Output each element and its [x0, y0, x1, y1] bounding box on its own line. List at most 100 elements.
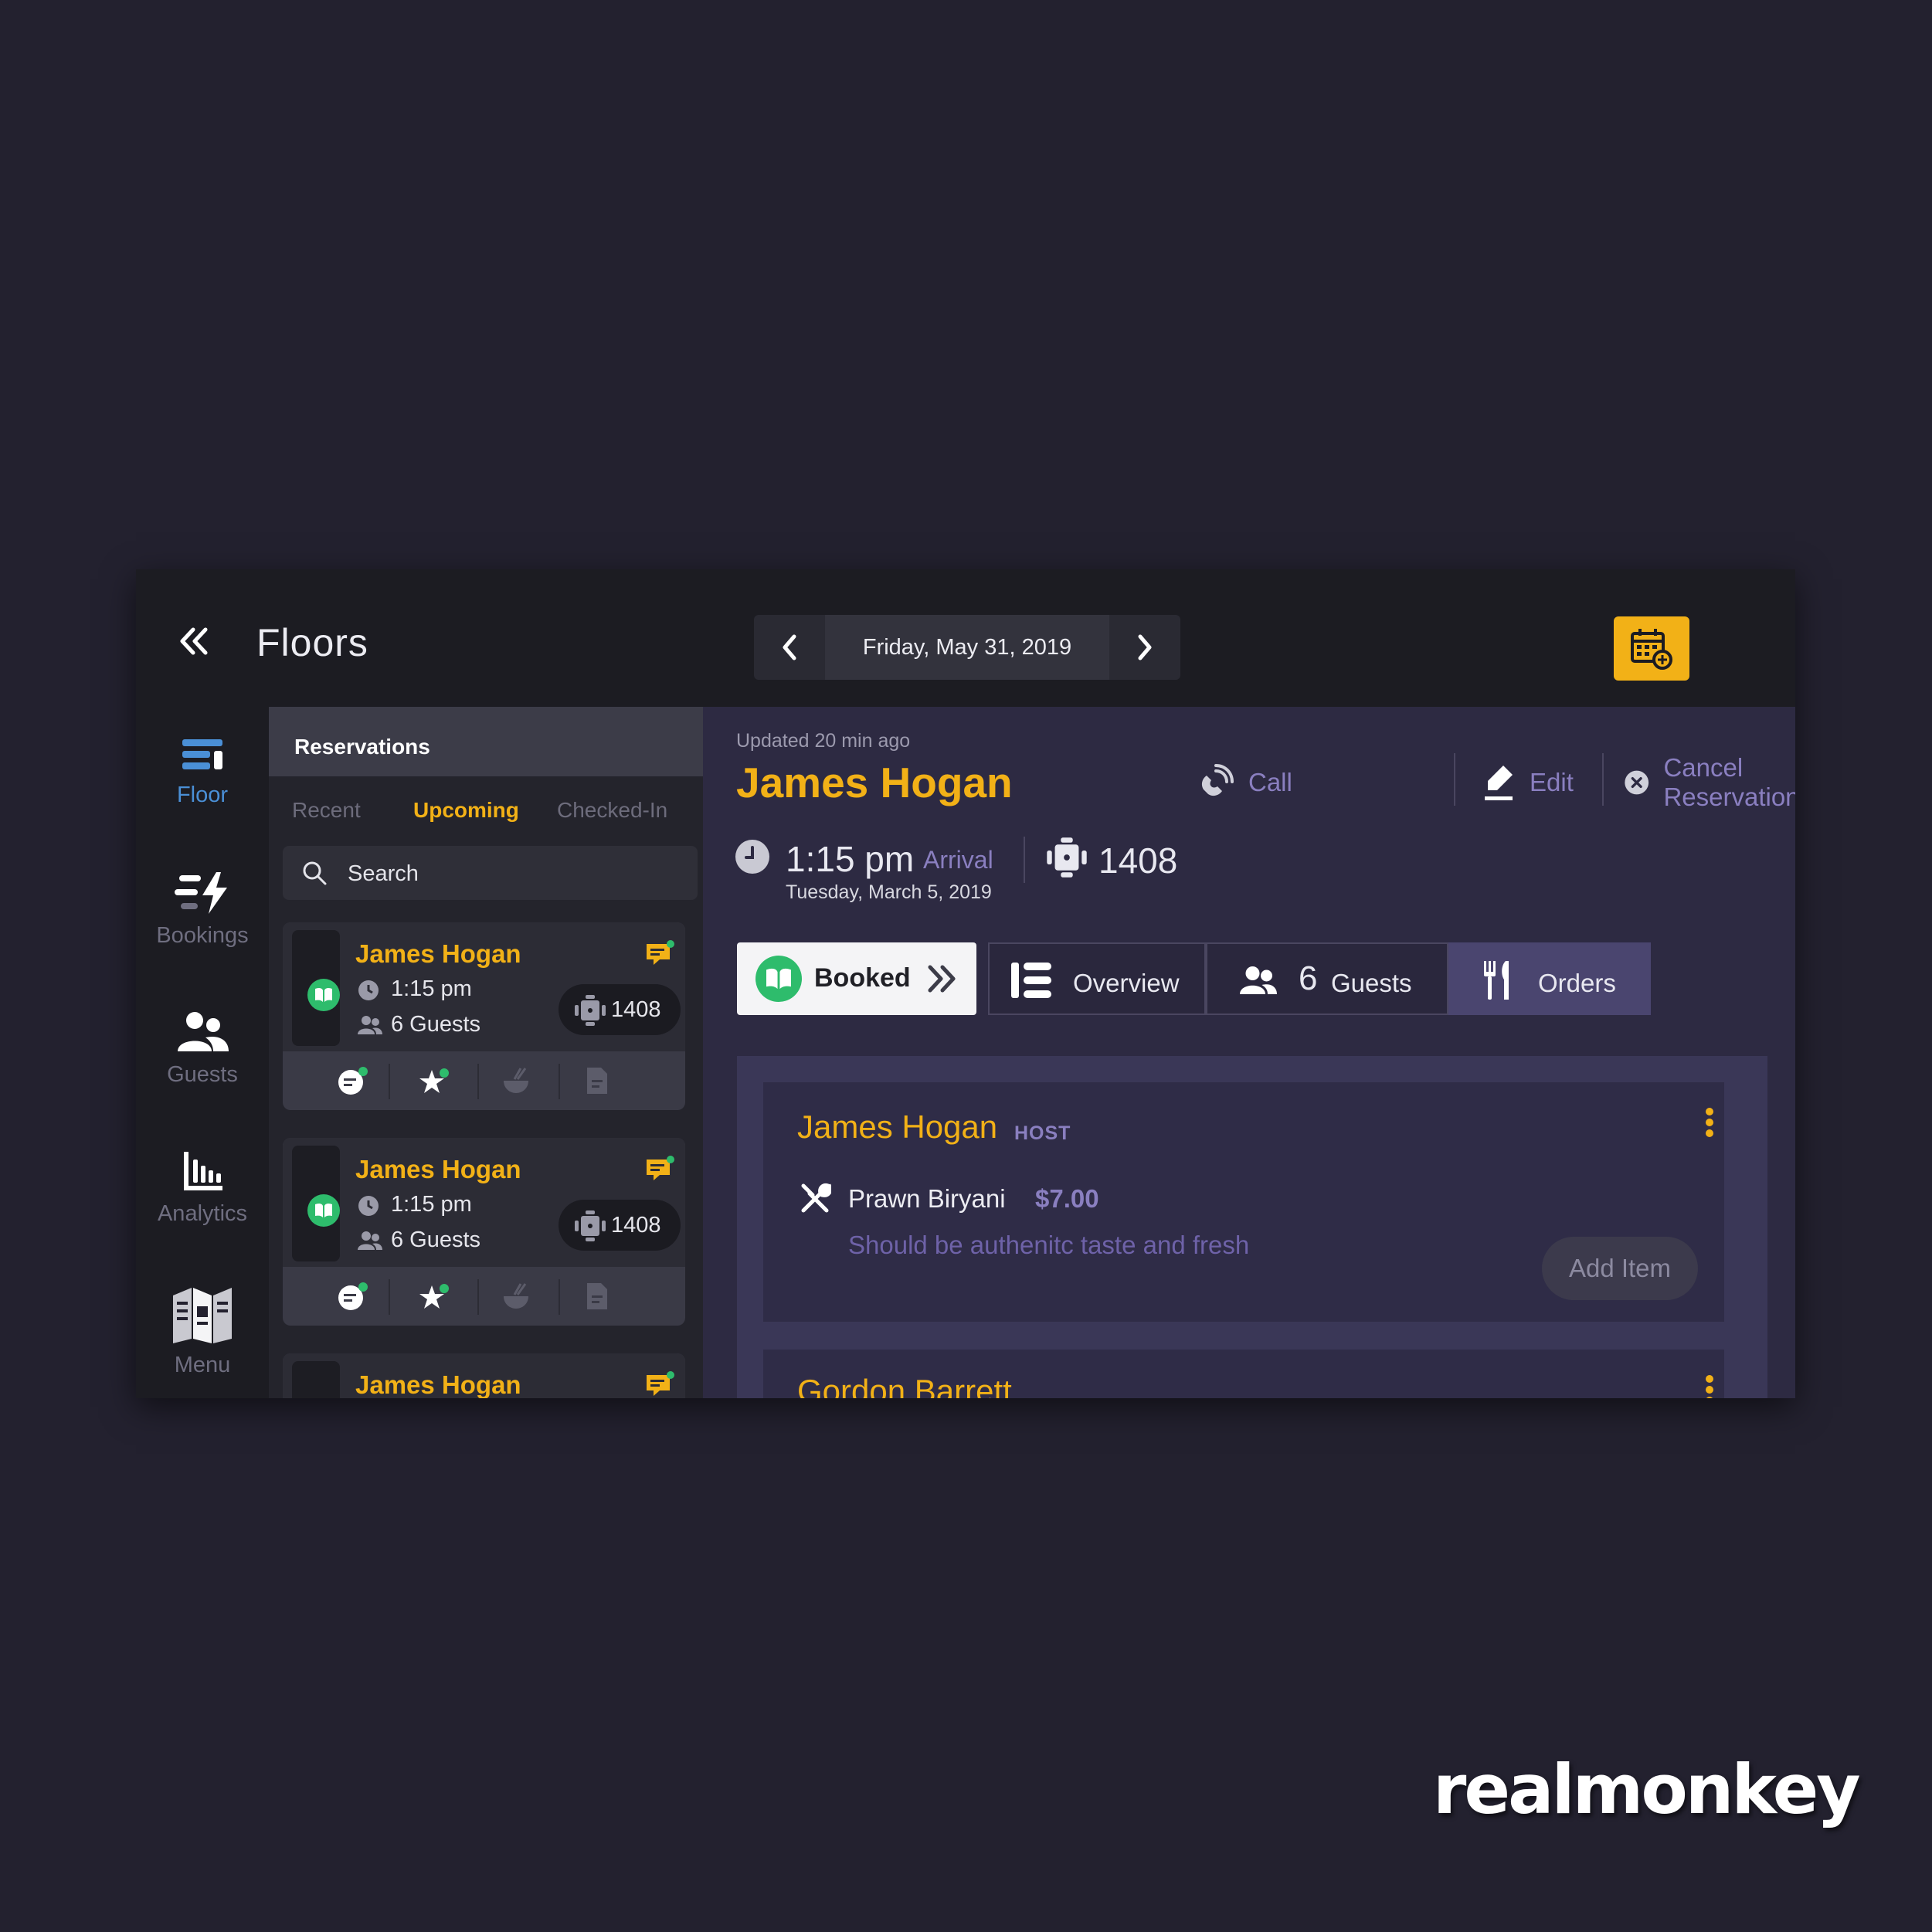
table-icon [575, 995, 606, 1026]
cancel-reservation-button[interactable]: Cancel Reservation [1624, 753, 1795, 811]
food-action[interactable] [477, 1051, 555, 1110]
nav-label-analytics: Analytics [157, 1201, 248, 1226]
arrival-time: 1:15 pm [786, 839, 915, 879]
nav-item-analytics[interactable]: Analytics [136, 1149, 269, 1227]
search-placeholder: Search [348, 861, 419, 886]
order-item-note: Should be authenitc taste and fresh [848, 1231, 1250, 1259]
chevron-left-icon [783, 634, 796, 660]
bookings-icon [175, 872, 227, 914]
order-card: Gordon Barrett [763, 1350, 1724, 1398]
more-vertical-icon[interactable] [1700, 1373, 1719, 1398]
card-table-pill: 1408 [559, 984, 681, 1035]
table-number: 1408 [1098, 840, 1178, 881]
nav-label-bookings: Bookings [156, 923, 249, 948]
next-date-button[interactable] [1109, 615, 1180, 680]
bowl-icon [504, 1283, 528, 1309]
status-booked-button[interactable]: Booked [737, 942, 976, 1015]
divider [1024, 837, 1025, 883]
chat-action[interactable] [315, 1051, 392, 1110]
search-icon [303, 861, 327, 885]
tab-upcoming[interactable]: Upcoming [413, 798, 519, 823]
guests-icon [358, 1231, 382, 1250]
arrival-date: Tuesday, March 5, 2019 [786, 881, 992, 903]
divider [1602, 753, 1604, 806]
divider [1454, 753, 1455, 806]
nav-item-bookings[interactable]: Bookings [136, 871, 269, 949]
top-bar: Floors Friday, May 31, 2019 [136, 569, 1795, 707]
card-guest-name: James Hogan [355, 939, 521, 968]
page-title: Floors [256, 621, 368, 664]
call-button[interactable]: Call [1196, 759, 1292, 806]
booked-icon [755, 956, 802, 1002]
card-table-pill: 1408 [559, 1200, 681, 1251]
double-chevron-right-icon [928, 965, 956, 993]
card-guest-name: James Hogan [355, 1370, 521, 1398]
message-icon[interactable] [644, 1370, 675, 1398]
notes-action[interactable] [559, 1051, 636, 1110]
order-guest-name: Gordon Barrett [797, 1373, 1012, 1398]
reservation-card[interactable]: James Hogan [283, 1353, 685, 1398]
guest-count: 6 [1299, 959, 1318, 997]
guests-icon [178, 1012, 229, 1051]
document-icon [587, 1283, 607, 1309]
tab-guests[interactable]: 6 Guests [1206, 942, 1448, 1015]
phone-icon [1201, 764, 1234, 796]
card-body: James Hogan [283, 1353, 685, 1398]
notes-action[interactable] [559, 1267, 636, 1326]
detail-tabs: Overview 6 Guests Orders [988, 942, 1651, 1015]
orders-list: James Hogan HOST Prawn Biryani $7.00 Sho… [737, 1056, 1767, 1398]
more-vertical-icon[interactable] [1700, 1105, 1719, 1144]
chat-icon [338, 1282, 368, 1310]
tab-recent[interactable]: Recent [292, 798, 361, 823]
guests-icon [358, 1016, 382, 1034]
card-body: James Hogan 1:15 pm 6 Guests 1408 [283, 1138, 685, 1267]
tab-orders-label: Orders [1538, 969, 1616, 997]
card-status-strip [292, 930, 340, 1046]
nav-item-guests[interactable]: Guests [136, 1010, 269, 1088]
date-navigator: Friday, May 31, 2019 [754, 615, 1180, 680]
nav-label-guests: Guests [167, 1062, 238, 1087]
add-reservation-button[interactable] [1614, 616, 1689, 681]
table-icon [575, 1210, 606, 1241]
add-item-button[interactable]: Add Item [1542, 1237, 1698, 1300]
reservation-card[interactable]: James Hogan 1:15 pm 6 Guests 1408 [283, 922, 685, 1110]
card-table-number: 1408 [611, 997, 661, 1022]
status-label: Booked [814, 963, 911, 993]
message-icon[interactable] [644, 1155, 675, 1184]
reservation-detail: Updated 20 min ago James Hogan Call Edit… [703, 707, 1795, 1398]
chat-icon [338, 1067, 368, 1095]
tab-overview-label: Overview [1073, 969, 1180, 997]
reservation-card[interactable]: James Hogan 1:15 pm 6 Guests 1408 [283, 1138, 685, 1326]
nav-item-floor[interactable]: Floor [136, 736, 269, 808]
nav-item-menu[interactable]: Menu [136, 1285, 269, 1378]
card-status-strip [292, 1146, 340, 1261]
chevron-right-icon [1138, 634, 1152, 660]
tab-checked-in[interactable]: Checked-In [557, 798, 667, 823]
order-guest-name: James Hogan [797, 1109, 998, 1145]
fork-knife-icon [1484, 961, 1509, 1000]
guests-icon [1240, 966, 1277, 994]
guest-name: James Hogan [736, 759, 1013, 806]
tab-overview[interactable]: Overview [988, 942, 1206, 1015]
message-icon[interactable] [644, 939, 675, 969]
current-date[interactable]: Friday, May 31, 2019 [825, 615, 1109, 680]
nav-label-menu: Menu [174, 1353, 231, 1377]
card-actions [283, 1267, 685, 1326]
utensils-cross-icon [801, 1183, 831, 1213]
tab-orders[interactable]: Orders [1448, 942, 1651, 1015]
host-badge: HOST [1014, 1122, 1071, 1144]
edit-button[interactable]: Edit [1482, 759, 1574, 806]
prev-date-button[interactable] [754, 615, 825, 680]
search-input[interactable]: Search [283, 846, 698, 900]
favorite-action[interactable] [396, 1051, 474, 1110]
collapse-chevrons-icon[interactable] [175, 622, 213, 660]
favorite-action[interactable] [396, 1267, 474, 1326]
reservations-title: Reservations [269, 707, 703, 776]
food-action[interactable] [477, 1267, 555, 1326]
analytics-icon [184, 1152, 222, 1190]
edit-label: Edit [1530, 768, 1574, 796]
reservations-panel: Reservations Recent Upcoming Checked-In … [269, 707, 703, 1398]
brand-logo: realmonkey [1433, 1750, 1861, 1829]
nav-label-floor: Floor [176, 783, 229, 807]
chat-action[interactable] [315, 1267, 392, 1326]
